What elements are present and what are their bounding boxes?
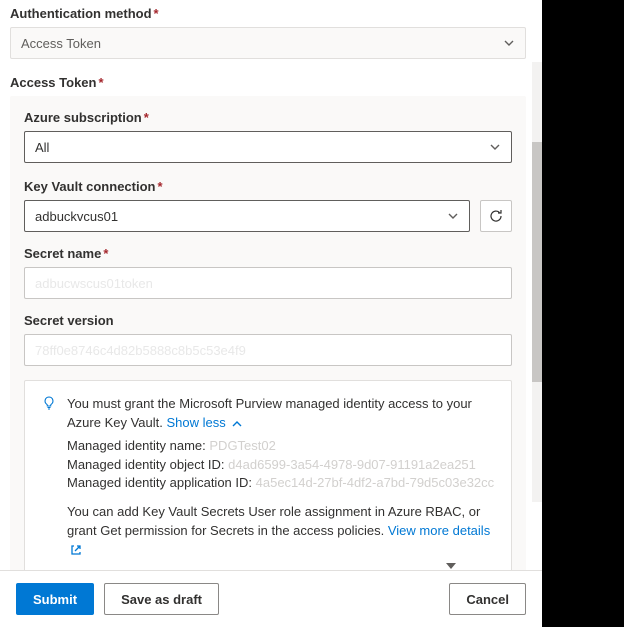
scrollbar-thumb[interactable] bbox=[532, 142, 542, 382]
lightbulb-icon bbox=[41, 395, 57, 433]
show-less-link[interactable]: Show less bbox=[167, 415, 244, 430]
footer: Submit Save as draft Cancel bbox=[0, 570, 542, 627]
right-mask bbox=[542, 0, 624, 627]
external-link-icon bbox=[70, 544, 82, 556]
secret-version-label: Secret version bbox=[24, 313, 512, 328]
chevron-down-icon bbox=[447, 210, 459, 222]
save-draft-button[interactable]: Save as draft bbox=[104, 583, 219, 615]
refresh-icon bbox=[488, 208, 504, 224]
tip-box: You must grant the Microsoft Purview man… bbox=[24, 380, 512, 570]
auth-method-value: Access Token bbox=[21, 36, 101, 51]
secret-name-label: Secret name* bbox=[24, 246, 512, 261]
azure-sub-select[interactable]: All bbox=[24, 131, 512, 163]
auth-method-label: Authentication method* bbox=[10, 6, 526, 21]
access-token-section-label: Access Token* bbox=[10, 75, 526, 90]
kv-conn-placeholder: adbuckvcus01 bbox=[35, 209, 118, 224]
kv-conn-select[interactable]: adbuckvcus01 bbox=[24, 200, 470, 232]
cancel-button[interactable]: Cancel bbox=[449, 583, 526, 615]
scroll-down-arrow-icon[interactable] bbox=[446, 563, 456, 569]
auth-method-select[interactable]: Access Token bbox=[10, 27, 526, 59]
chevron-down-icon bbox=[489, 141, 501, 153]
submit-button[interactable]: Submit bbox=[16, 583, 94, 615]
secret-version-input[interactable]: 78ff0e8746c4d82b5888c8b5c53e4f9 bbox=[24, 334, 512, 366]
chevron-down-icon bbox=[503, 37, 515, 49]
secret-name-input[interactable]: adbucwscus01token bbox=[24, 267, 512, 299]
kv-conn-label: Key Vault connection* bbox=[24, 179, 512, 194]
azure-sub-label: Azure subscription* bbox=[24, 110, 512, 125]
refresh-button[interactable] bbox=[480, 200, 512, 232]
scrollbar-track[interactable] bbox=[532, 62, 542, 502]
azure-sub-value: All bbox=[35, 140, 49, 155]
chevron-up-icon bbox=[231, 418, 243, 430]
